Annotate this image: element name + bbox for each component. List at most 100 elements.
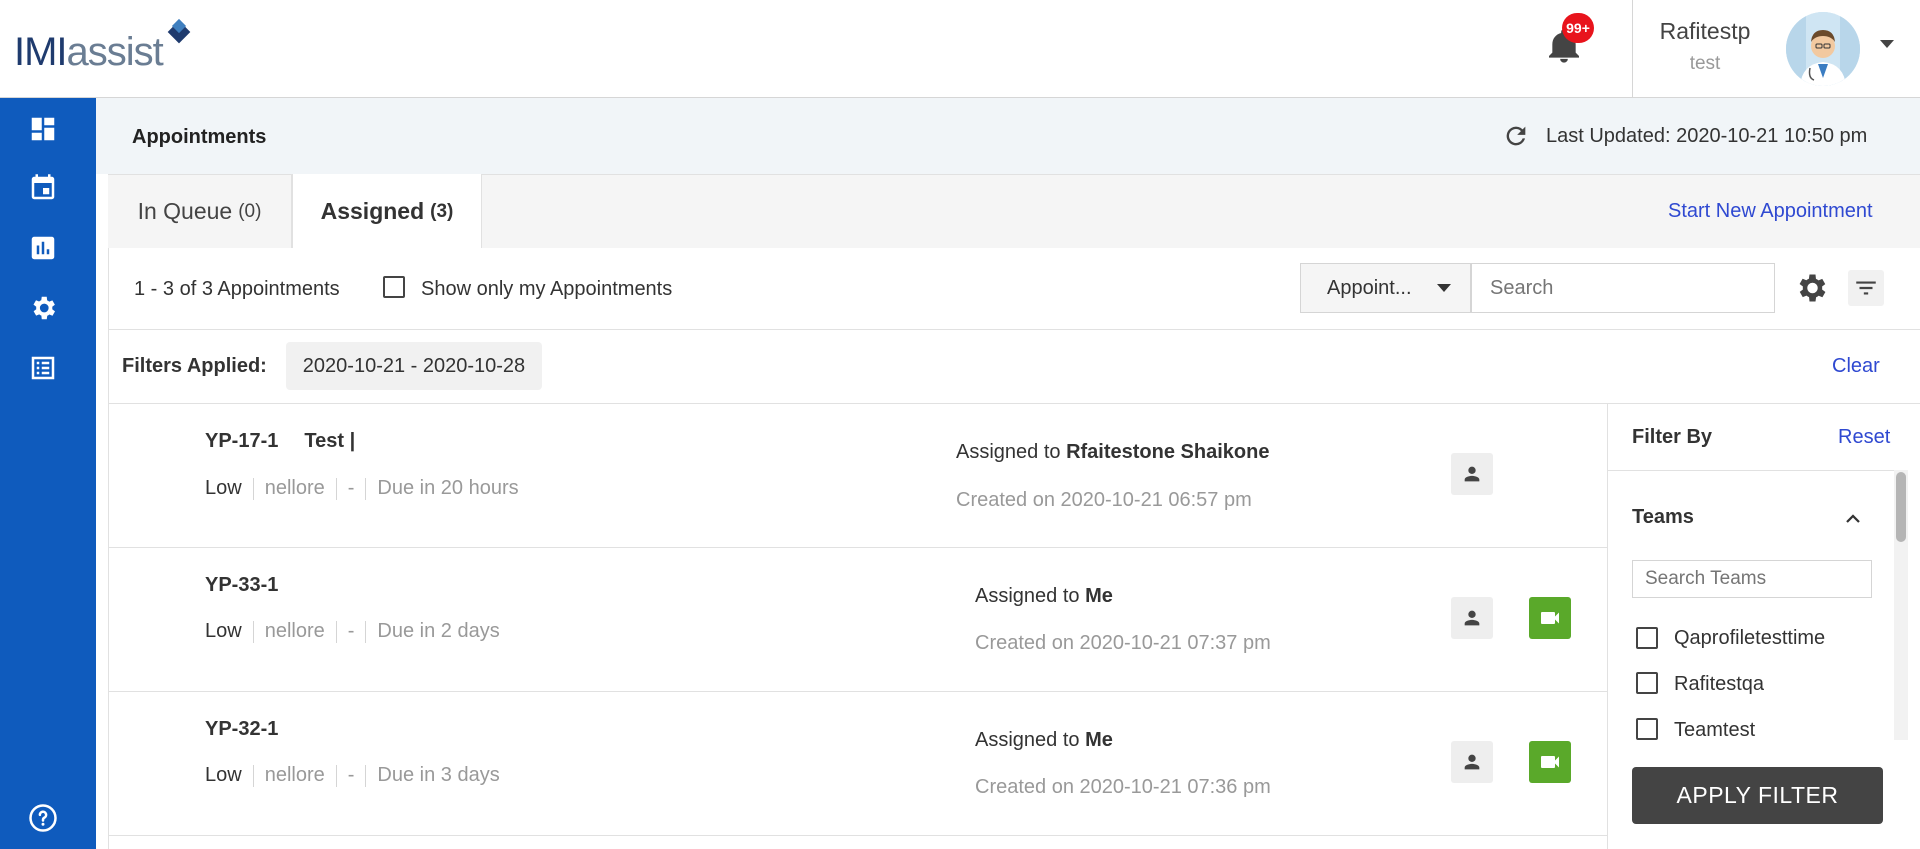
assignee-name: Me: [1085, 585, 1113, 607]
assigned-prefix: Assigned to: [975, 729, 1080, 751]
team-checkbox[interactable]: [1636, 718, 1658, 740]
appointment-meta: Low nellore - Due in 2 days: [205, 620, 500, 643]
meta-separator: [335, 477, 337, 500]
filters-applied-label: Filters Applied:: [122, 355, 267, 377]
toolbar-divider: [108, 329, 1920, 330]
tab-in-queue[interactable]: In Queue (0): [108, 174, 292, 249]
created-on-text: Created on 2020-10-21 06:57 pm: [956, 489, 1252, 511]
tab-assigned[interactable]: Assigned (3): [292, 174, 482, 249]
tab-count: (0): [238, 200, 262, 222]
person-icon: [1464, 754, 1480, 770]
assigned-to-text: Assigned to Rfaitestone Shaikone: [956, 441, 1269, 464]
assign-person-button[interactable]: [1451, 597, 1493, 639]
team-option-label[interactable]: Qaprofiletesttime: [1674, 627, 1825, 650]
meta-separator: [252, 620, 254, 643]
location-text: nellore: [264, 477, 325, 499]
filter-chip-date-range[interactable]: 2020-10-21 - 2020-10-28: [286, 342, 542, 390]
appointment-meta: Low nellore - Due in 3 days: [205, 764, 500, 787]
person-icon: [1464, 466, 1480, 482]
video-camera-icon: [1541, 756, 1559, 768]
chevron-up-icon[interactable]: [1844, 510, 1862, 528]
header-divider: [1632, 0, 1633, 98]
doctor-avatar-icon: [1786, 12, 1860, 86]
bar-chart-icon: [31, 236, 55, 260]
appointment-title: Test |: [304, 430, 356, 452]
created-on-text: Created on 2020-10-21 07:36 pm: [975, 776, 1271, 798]
sidebar-item-list[interactable]: [28, 353, 58, 383]
assign-person-button[interactable]: [1451, 453, 1493, 495]
assignee-name: Me: [1085, 729, 1113, 751]
filter-reset-link[interactable]: Reset: [1838, 426, 1890, 449]
tab-label: Assigned: [320, 198, 425, 224]
notification-badge[interactable]: 99+: [1562, 13, 1594, 43]
appointment-id: YP-32-1: [205, 718, 278, 741]
list-icon: [31, 356, 55, 380]
filter-lines-icon: [1856, 281, 1876, 295]
sidebar-item-calendar[interactable]: [28, 173, 58, 203]
meta-separator: [252, 477, 254, 500]
video-camera-icon: [1541, 612, 1559, 624]
meta-separator: [365, 764, 367, 787]
team-option-label[interactable]: Teamtest: [1674, 719, 1755, 742]
due-text: Due in 2 days: [377, 620, 500, 642]
refresh-icon[interactable]: [1502, 122, 1530, 150]
start-new-appointment-link[interactable]: Start New Appointment: [1668, 200, 1873, 223]
clear-filters-link[interactable]: Clear: [1832, 355, 1880, 378]
person-icon: [1464, 610, 1480, 626]
appointment-row[interactable]: [108, 404, 1607, 548]
assigned-prefix: Assigned to: [956, 441, 1061, 463]
search-input[interactable]: [1471, 263, 1775, 313]
assign-person-button[interactable]: [1451, 741, 1493, 783]
help-icon: [29, 804, 57, 832]
calendar-icon: [31, 174, 55, 200]
sidebar-item-dashboard[interactable]: [28, 114, 58, 144]
filter-scrollbar-thumb[interactable]: [1896, 472, 1906, 542]
priority-text: Low: [205, 764, 242, 786]
user-name[interactable]: Rafitestp: [1640, 18, 1770, 45]
appointment-id-text: YP-33-1: [205, 574, 279, 596]
filter-panel-title: Filter By: [1632, 426, 1713, 448]
team-option-label[interactable]: Rafitestqa: [1674, 673, 1764, 696]
select-chevron-down-icon[interactable]: [1437, 284, 1451, 292]
assigned-prefix: Assigned to: [975, 585, 1080, 607]
tab-label: In Queue: [137, 198, 233, 224]
appointment-count: 1 - 3 of 3 Appointments: [134, 278, 340, 300]
logo-light-text: assist: [66, 30, 164, 74]
apply-filter-button[interactable]: APPLY FILTER: [1632, 767, 1883, 824]
sidebar-item-settings[interactable]: [28, 293, 58, 323]
meta-separator: [335, 764, 337, 787]
created-on-text: Created on 2020-10-21 07:37 pm: [975, 632, 1271, 654]
assignee-name: Rfaitestone Shaikone: [1066, 441, 1270, 463]
app-logo[interactable]: IMIassist: [14, 30, 164, 75]
dash-text: -: [347, 477, 355, 499]
appointment-id-text: YP-32-1: [205, 718, 279, 740]
team-checkbox[interactable]: [1636, 672, 1658, 694]
due-text: Due in 20 hours: [377, 477, 519, 499]
search-field-select-value: Appoint...: [1327, 276, 1412, 299]
meta-separator: [365, 477, 367, 500]
show-mine-checkbox[interactable]: [383, 276, 405, 298]
sidebar-item-help[interactable]: [28, 803, 58, 833]
filter-panel-divider: [1608, 470, 1902, 471]
logo-bold-text: IMI: [14, 30, 68, 74]
priority-text: Low: [205, 620, 242, 642]
user-avatar[interactable]: [1786, 12, 1860, 86]
start-video-call-button[interactable]: [1529, 741, 1571, 783]
assigned-to-text: Assigned to Me: [975, 729, 1113, 752]
list-settings-gear-icon[interactable]: [1793, 270, 1829, 306]
dash-text: -: [347, 764, 355, 786]
appointment-id: YP-33-1: [205, 574, 278, 597]
sidebar-item-reports[interactable]: [28, 233, 58, 263]
dash-text: -: [347, 620, 355, 642]
start-video-call-button[interactable]: [1529, 597, 1571, 639]
filter-toggle-button[interactable]: [1848, 270, 1884, 306]
team-checkbox[interactable]: [1636, 627, 1658, 649]
team-search-input[interactable]: [1632, 560, 1872, 598]
show-mine-label[interactable]: Show only my Appointments: [421, 278, 672, 301]
sidebar: [0, 98, 96, 849]
teams-section-title[interactable]: Teams: [1632, 506, 1694, 529]
assigned-to-text: Assigned to Me: [975, 585, 1113, 608]
user-menu-chevron-down-icon[interactable]: [1880, 40, 1894, 48]
user-role: test: [1689, 53, 1721, 74]
meta-separator: [365, 620, 367, 643]
